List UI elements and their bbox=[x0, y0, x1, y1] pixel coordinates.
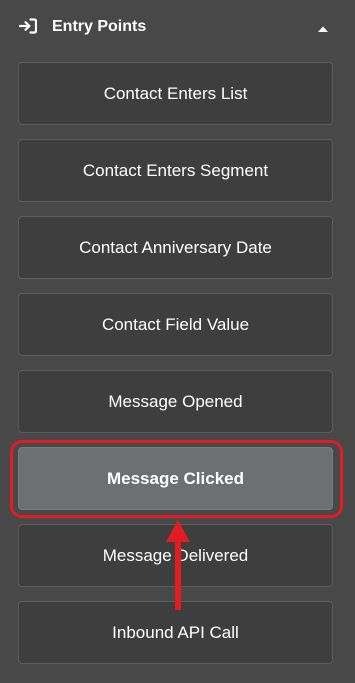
entry-point-message-clicked[interactable]: Message Clicked bbox=[18, 447, 333, 510]
entry-point-label: Contact Field Value bbox=[101, 314, 250, 334]
entry-point-message-delivered[interactable]: Message Delivered bbox=[18, 524, 333, 587]
entry-points-header[interactable]: Entry Points bbox=[0, 0, 355, 52]
entry-point-contact-anniversary-date[interactable]: Contact Anniversary Date bbox=[18, 216, 333, 279]
entry-point-label: Message Delivered bbox=[102, 545, 249, 565]
sign-in-icon bbox=[18, 18, 38, 34]
entry-point-contact-enters-segment[interactable]: Contact Enters Segment bbox=[18, 139, 333, 202]
section-title: Entry Points bbox=[52, 18, 147, 35]
entry-point-message-opened[interactable]: Message Opened bbox=[18, 370, 333, 433]
entry-point-inbound-api-call[interactable]: Inbound API Call bbox=[18, 601, 333, 664]
entry-point-label: Contact Enters List bbox=[103, 83, 248, 103]
entry-point-label: Contact Enters Segment bbox=[82, 160, 269, 180]
entry-points-panel: Entry Points Contact Enters List Contact… bbox=[0, 0, 355, 683]
entry-point-contact-field-value[interactable]: Contact Field Value bbox=[18, 293, 333, 356]
entry-point-contact-enters-list[interactable]: Contact Enters List bbox=[18, 62, 333, 125]
entry-point-label: Message Clicked bbox=[106, 468, 244, 488]
entry-point-label: Contact Anniversary Date bbox=[79, 237, 272, 257]
entry-point-label: Message Opened bbox=[108, 391, 243, 411]
entry-point-label: Inbound API Call bbox=[112, 622, 239, 642]
caret-up-icon[interactable] bbox=[316, 21, 330, 32]
